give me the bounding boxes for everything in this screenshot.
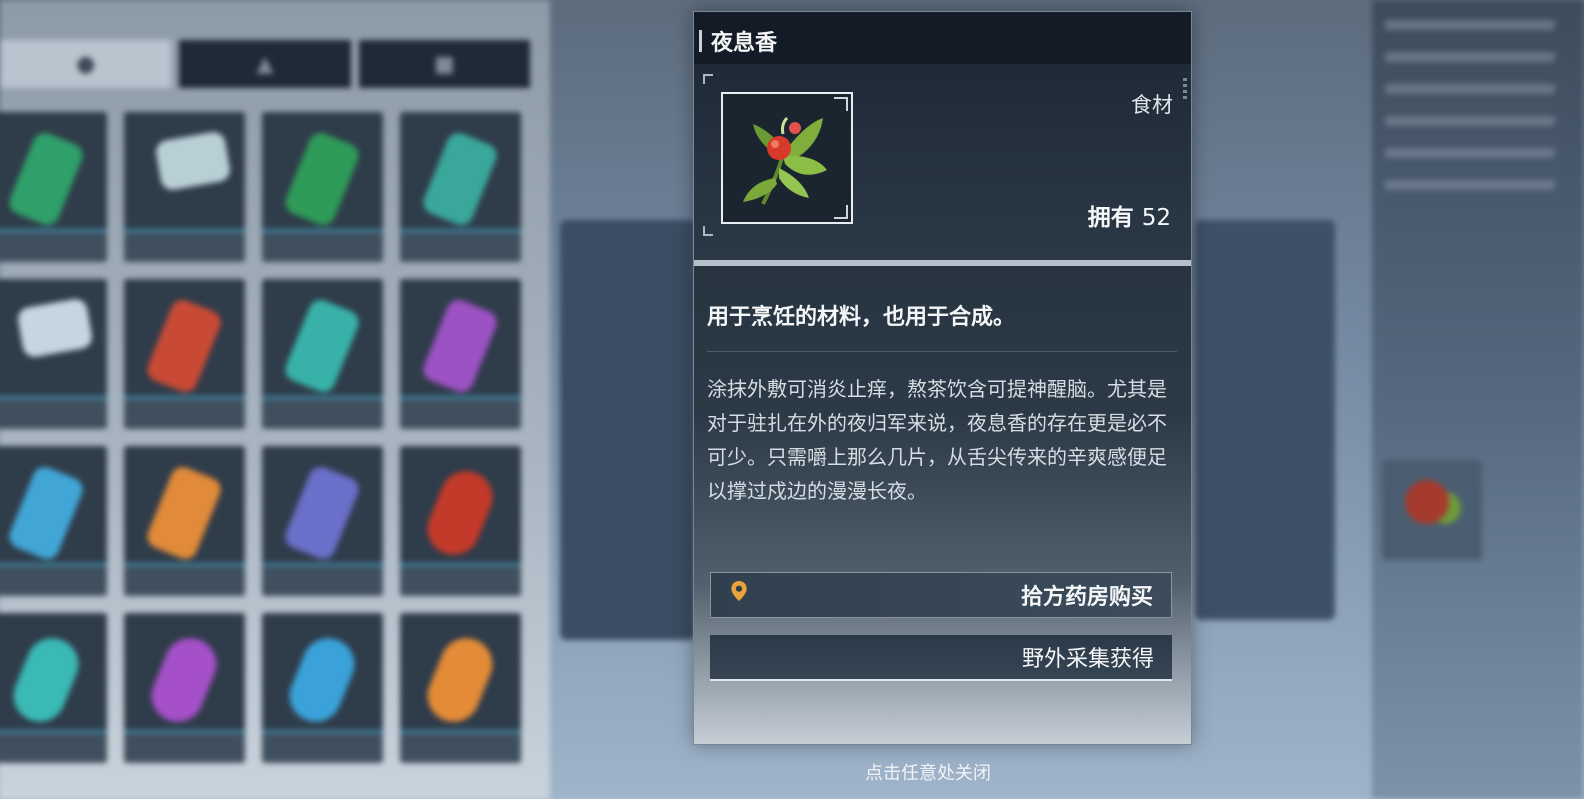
inventory-slot [262,279,383,429]
inventory-slot [124,446,245,596]
title-accent [699,30,702,52]
background-text-lines [1385,20,1555,212]
source-label: 拾方药房购买 [1020,585,1153,610]
inventory-slot [0,112,107,262]
source-gather-button[interactable]: 野外采集获得 [710,635,1172,681]
item-detail-popup: 夜息香 食材 拥有 52 用于烹饪的材料，也用于合成。 涂抹外敷可消炎止痒，熬茶… [693,11,1192,745]
owned-label: 拥有 [1087,205,1134,231]
owned-number: 52 [1141,205,1171,231]
inventory-tabs: ● ▲ ■ [0,40,530,88]
scroll-indicator [1183,78,1187,102]
inventory-tab: ▲ [179,40,351,88]
inventory-slot [400,112,521,262]
popup-title-bar: 夜息香 [694,12,1191,64]
inventory-slot [0,279,107,429]
background-panel [560,220,695,640]
source-pharmacy-button[interactable]: 拾方药房购买 [710,572,1172,618]
inventory-slot [400,279,521,429]
item-category: 食材 [1131,93,1173,117]
item-header: 食材 拥有 52 [694,64,1191,260]
item-long-description: 涂抹外敷可消炎止痒，熬茶饮含可提神醒脑。尤其是对于驻扎在外的夜归军来说，夜息香的… [707,377,1167,503]
inventory-slot [0,446,107,596]
inventory-tab: ■ [358,40,530,88]
inventory-tab: ● [0,40,172,88]
inventory-grid [0,112,521,763]
item-name: 夜息香 [711,31,778,56]
location-pin-icon [731,581,747,601]
inventory-slot [400,446,521,596]
background-item-icon [1405,480,1449,524]
item-icon-frame [721,92,853,224]
inventory-slot [400,613,521,763]
close-hint[interactable]: 点击任意处关闭 [0,759,1584,785]
corner-mark [703,226,713,236]
inventory-slot [262,613,383,763]
inventory-slot [262,446,383,596]
inventory-slot [0,613,107,763]
item-short-description: 用于烹饪的材料，也用于合成。 [707,305,1016,330]
background-panel [1195,220,1335,620]
description-separator [707,351,1177,352]
inventory-slot [124,112,245,262]
source-label: 野外采集获得 [1021,647,1154,672]
owned-count: 拥有 52 [1088,198,1171,232]
corner-mark [703,74,713,84]
red-flower-herb-icon [743,116,827,205]
inventory-slot [124,613,245,763]
inventory-slot [262,112,383,262]
header-divider [694,260,1191,266]
inventory-slot [124,279,245,429]
